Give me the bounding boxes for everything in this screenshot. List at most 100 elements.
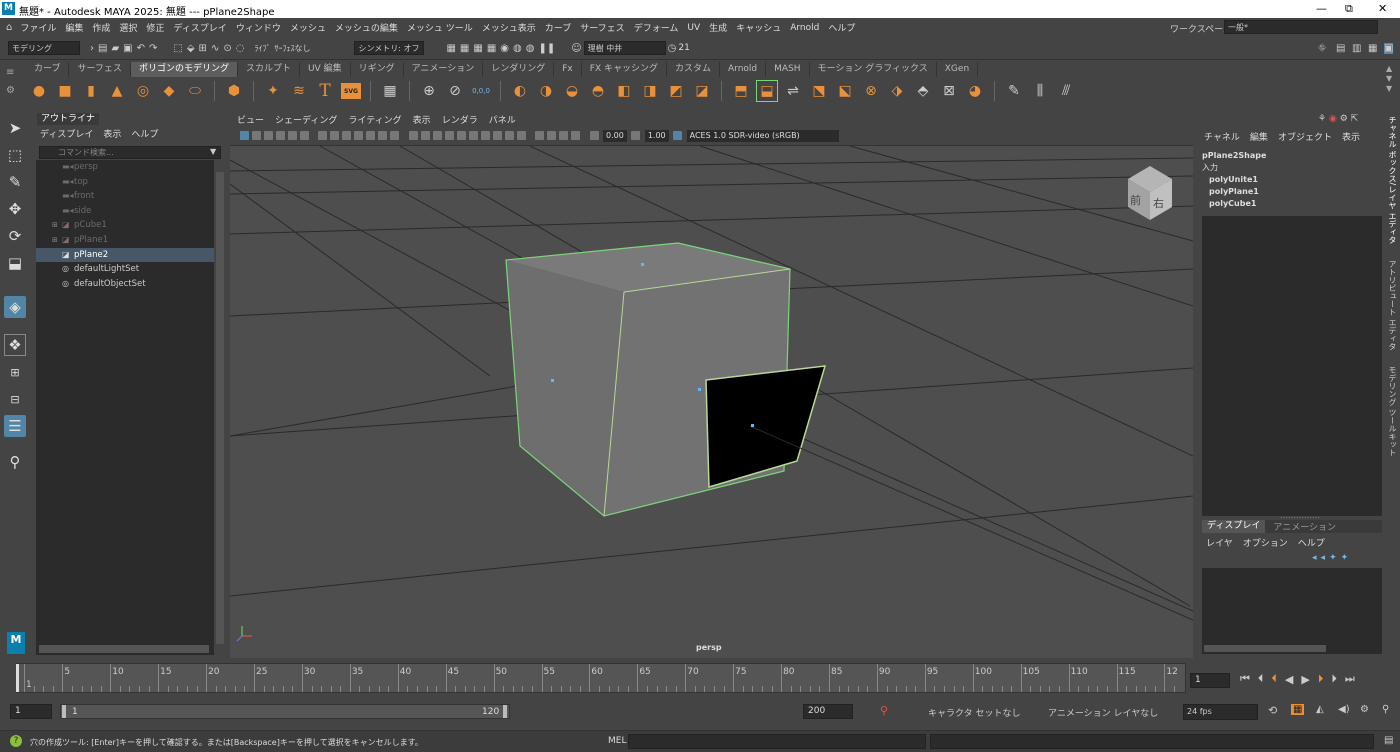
arnold-render-icon[interactable]: ◍: [526, 43, 535, 54]
cube-left-face[interactable]: [506, 260, 624, 516]
super-shape-icon[interactable]: ✦: [263, 81, 283, 101]
poly-sphere-icon[interactable]: ●: [29, 81, 49, 101]
insert-edge-loop-icon[interactable]: ⫼: [1030, 81, 1050, 101]
expand-icon[interactable]: ⊞: [52, 218, 58, 233]
colorspace-dropdown[interactable]: ACES 1.0 SDR-video (sRGB): [686, 129, 839, 142]
menu-item-17[interactable]: Arnold: [790, 23, 819, 33]
character-set-dropdown[interactable]: キャラクタ セットなし: [928, 706, 1021, 719]
outliner-item[interactable]: ⊞ ◪ pCube1: [36, 218, 214, 233]
outliner-item[interactable]: ▬◂ top: [36, 175, 214, 190]
poly-disc-icon[interactable]: ⬭: [185, 81, 205, 101]
gate-mask-icon[interactable]: [354, 131, 363, 140]
smooth-shade-icon[interactable]: [420, 131, 430, 140]
shadows-icon[interactable]: [468, 131, 478, 140]
menu-item-11[interactable]: カーブ: [545, 21, 571, 34]
divider-arrows-icon[interactable]: ›: [90, 43, 94, 54]
layer-menu-help[interactable]: ヘルプ: [1298, 536, 1325, 549]
viewport-menu-4[interactable]: レンダラ: [442, 113, 478, 126]
outliner-item[interactable]: ◎ defaultLightSet: [36, 262, 214, 277]
remesh-icon[interactable]: ◩: [666, 81, 686, 101]
outliner-menu-display[interactable]: ディスプレイ: [40, 127, 93, 140]
scale-tool-icon[interactable]: ⬓: [4, 252, 26, 274]
step-back-frame-icon[interactable]: ⏴: [1258, 672, 1264, 686]
menu-item-5[interactable]: ディスプレイ: [173, 21, 226, 34]
grid-display-icon[interactable]: ▦: [380, 81, 400, 101]
outliner-menu-show[interactable]: 表示: [103, 127, 121, 140]
menu-item-7[interactable]: メッシュ: [290, 21, 326, 34]
outliner-tab[interactable]: アウトライナ: [37, 113, 99, 125]
active-tool-icon[interactable]: ◈: [4, 296, 26, 318]
close-button[interactable]: ✕: [1378, 2, 1387, 15]
render-settings-icon[interactable]: ▦: [487, 43, 496, 54]
safe-title-icon[interactable]: [390, 131, 399, 140]
modeling-toolkit-icon[interactable]: ⛗: [1318, 43, 1326, 54]
live-surface-value[interactable]: ｻｰﾌｪｽなし: [274, 43, 334, 54]
menu-item-3[interactable]: 選択: [119, 21, 137, 34]
gamma-icon[interactable]: [631, 131, 641, 140]
viewport-menu-3[interactable]: 表示: [413, 113, 431, 126]
isolate-select-icon[interactable]: [535, 131, 544, 140]
undo-icon[interactable]: ↶: [137, 43, 145, 54]
animation-prefs-icon[interactable]: ⚙: [1360, 704, 1369, 715]
select-tool-icon[interactable]: ➤: [4, 117, 26, 139]
splitter-handle[interactable]: ……………: [1280, 511, 1320, 520]
snap-point-icon[interactable]: ⊙: [223, 43, 231, 54]
lighting-icon[interactable]: [456, 131, 466, 140]
type-tool-icon[interactable]: T: [315, 81, 335, 101]
fill-hole-icon[interactable]: ⬕: [835, 81, 855, 101]
bookmark-icon[interactable]: [263, 131, 273, 140]
input-node[interactable]: polyUnite1: [1202, 174, 1266, 186]
exposure-icon[interactable]: [589, 131, 599, 140]
shelf-tab-10[interactable]: カスタム: [667, 62, 720, 77]
menu-item-4[interactable]: 修正: [146, 21, 164, 34]
shelf-options-icon[interactable]: ≡ ⚙: [6, 64, 20, 104]
animation-start-field[interactable]: 1: [10, 704, 52, 719]
input-node[interactable]: polyPlane1: [1202, 186, 1266, 198]
script-editor-icon[interactable]: ▤: [1384, 735, 1393, 746]
new-layer-selected-icon[interactable]: ✦: [1341, 553, 1353, 563]
shelf-tab-6[interactable]: アニメーション: [404, 62, 484, 77]
shelf-tab-4[interactable]: UV 編集: [300, 62, 351, 77]
symmetry-dropdown[interactable]: シンメトリ: オフ: [354, 41, 425, 55]
menu-item-12[interactable]: サーフェス: [580, 21, 624, 34]
outliner-item[interactable]: ▬◂ persp: [36, 160, 214, 175]
redo-icon[interactable]: ↷: [149, 43, 157, 54]
select-by-hierarchy-icon[interactable]: ⬚: [173, 43, 182, 54]
step-back-key-icon[interactable]: ⏴: [1271, 672, 1277, 686]
reduce-icon[interactable]: ◨: [640, 81, 660, 101]
ipr-render-icon[interactable]: ▦: [473, 43, 482, 54]
gamma-field[interactable]: 1.00: [644, 129, 669, 142]
paint-select-icon[interactable]: ✎: [4, 171, 26, 193]
motion-blur-icon[interactable]: [492, 131, 502, 140]
viewport-menu-5[interactable]: パネル: [489, 113, 516, 126]
merge-icon[interactable]: ⬗: [887, 81, 907, 101]
menu-item-15[interactable]: 生成: [709, 21, 727, 34]
outliner-menu-help[interactable]: ヘルプ: [131, 127, 158, 140]
append-polygon-icon[interactable]: ⬔: [809, 81, 829, 101]
shelf-tab-9[interactable]: FX キャッシング: [582, 62, 667, 77]
range-slider[interactable]: [60, 704, 510, 719]
multi-cut-icon[interactable]: ✎: [1004, 81, 1024, 101]
new-layer-icon[interactable]: ✦: [1329, 553, 1341, 563]
loop-icon[interactable]: ⟲: [1268, 704, 1277, 717]
outliner-item[interactable]: ◪ pPlane2: [36, 247, 214, 263]
camera-attr-icon[interactable]: [251, 131, 261, 140]
rotate-tool-icon[interactable]: ⟳: [4, 225, 26, 247]
poly-cube-icon[interactable]: ■: [55, 81, 75, 101]
shelf-tab-14[interactable]: XGen: [937, 62, 979, 77]
depth-of-field-icon[interactable]: [516, 131, 526, 140]
menu-item-10[interactable]: メッシュ表示: [482, 21, 536, 34]
shelf-tab-8[interactable]: Fx: [554, 62, 582, 77]
cache-playback-icon[interactable]: ▦: [1291, 704, 1305, 715]
textured-icon[interactable]: [444, 131, 454, 140]
viewport-menu-0[interactable]: ビュー: [237, 113, 264, 126]
view-cube[interactable]: 前 右: [1128, 166, 1172, 220]
wireframe-icon[interactable]: [408, 131, 418, 140]
exposure-field[interactable]: 0.00: [603, 129, 627, 142]
search-icon[interactable]: ⚲: [4, 451, 26, 473]
shelf-tab-5[interactable]: リギング: [351, 62, 404, 77]
shelf-tab-2[interactable]: ポリゴンのモデリング: [130, 62, 238, 77]
mel-command-input[interactable]: [628, 734, 926, 749]
grease-pencil-icon[interactable]: [299, 131, 309, 140]
current-frame-field[interactable]: 1: [1190, 673, 1230, 688]
